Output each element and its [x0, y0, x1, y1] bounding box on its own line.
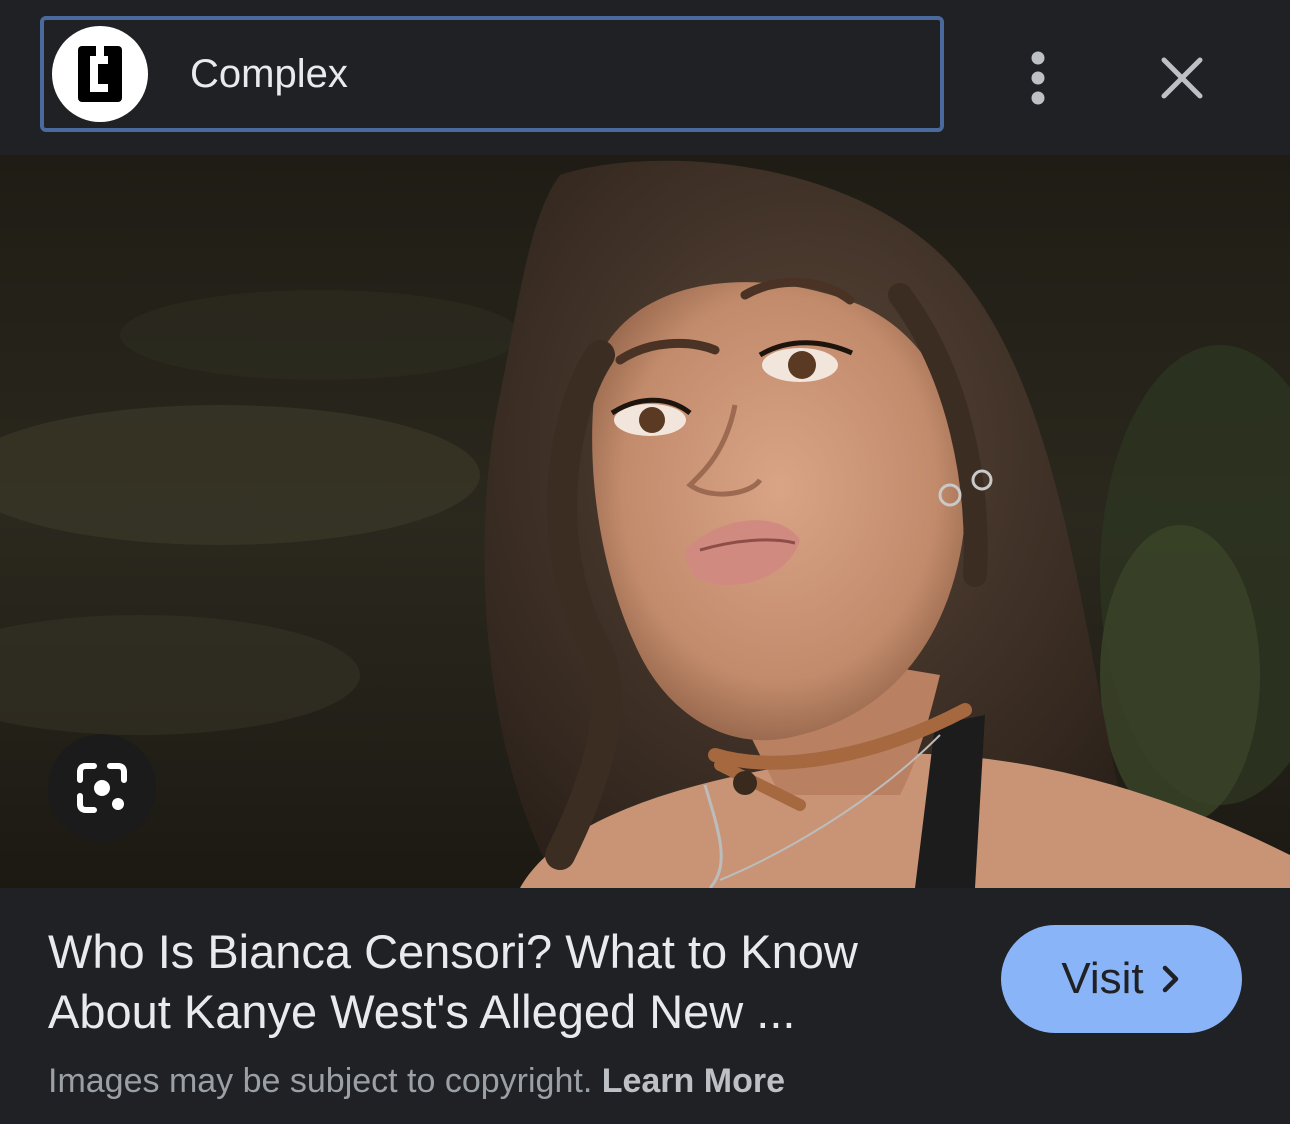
preview-image[interactable] — [0, 155, 1290, 888]
google-lens-button[interactable] — [48, 734, 156, 842]
google-lens-icon — [77, 763, 127, 813]
source-link[interactable]: Complex — [40, 16, 944, 132]
chevron-right-icon — [1162, 965, 1178, 993]
more-vert-icon — [1031, 51, 1045, 105]
learn-more-link[interactable]: Learn More — [602, 1062, 785, 1100]
copyright-notice: Images may be subject to copyright. Lear… — [48, 1062, 785, 1101]
visit-button[interactable]: Visit — [1001, 925, 1242, 1033]
image-viewer: Complex Who Is Bianca Censori? What to K… — [0, 0, 1290, 1124]
photo-illustration — [0, 155, 1290, 888]
viewer-header: Complex — [0, 0, 1290, 155]
close-icon — [1161, 57, 1203, 99]
close-button[interactable] — [1146, 40, 1218, 116]
visit-button-label: Visit — [1061, 954, 1144, 1003]
more-options-button[interactable] — [1008, 40, 1068, 116]
complex-c-logo-icon — [52, 26, 148, 122]
result-title-line1: Who Is Bianca Censori? What to Know — [48, 925, 858, 978]
result-title-link[interactable]: Who Is Bianca Censori? What to Know Abou… — [48, 922, 938, 1042]
result-title-line2: About Kanye West's Alleged New ... — [48, 985, 796, 1038]
result-info: Who Is Bianca Censori? What to Know Abou… — [0, 888, 1290, 1124]
copyright-text: Images may be subject to copyright. — [48, 1062, 593, 1100]
site-name: Complex — [190, 51, 348, 96]
